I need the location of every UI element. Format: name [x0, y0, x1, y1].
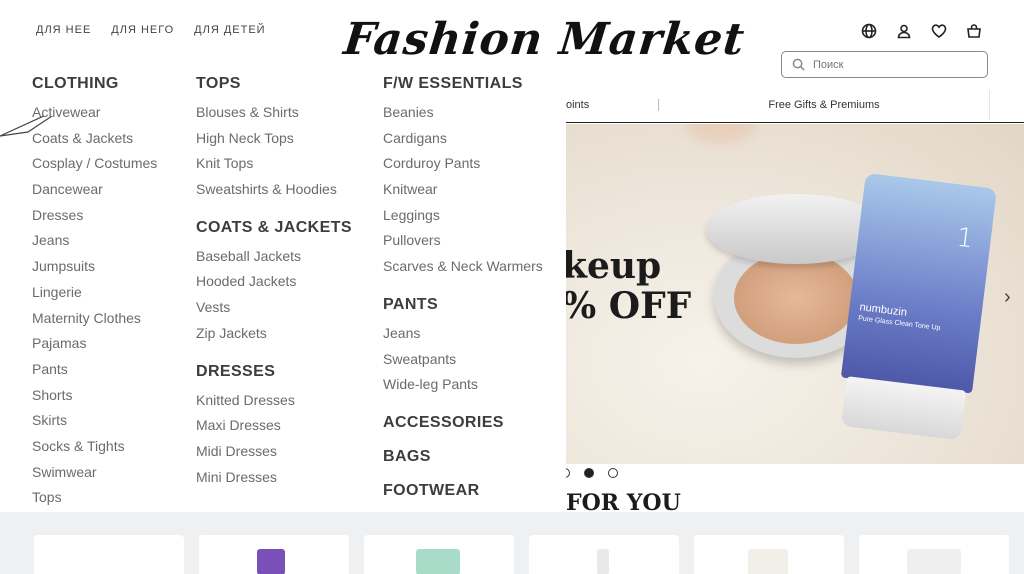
- top-nav: ДЛЯ НЕЕ ДЛЯ НЕГО ДЛЯ ДЕТЕЙ: [36, 24, 266, 36]
- hero-decor-blob: [686, 124, 756, 144]
- menu-item-activewear[interactable]: Activewear: [32, 100, 157, 126]
- menu-item-sweatshirts-hoodies[interactable]: Sweatshirts & Hoodies: [196, 177, 352, 203]
- carousel-dot-active[interactable]: [584, 468, 594, 478]
- menu-item-jeans[interactable]: Jeans: [383, 321, 543, 347]
- site-logo[interactable]: Fashion Market: [341, 14, 747, 65]
- menu-column-clothing: CLOTHING Activewear Coats & Jackets Cospla…: [32, 74, 157, 511]
- menu-item-sweatpants[interactable]: Sweatpants: [383, 347, 543, 373]
- menu-item-pants[interactable]: Pants: [32, 357, 157, 383]
- hero-headline-line1: keup: [566, 245, 662, 287]
- menu-item-zip-jackets[interactable]: Zip Jackets: [196, 321, 352, 347]
- product-card[interactable]: [34, 535, 184, 574]
- carousel-dot[interactable]: [608, 468, 618, 478]
- search-input[interactable]: [813, 58, 973, 71]
- carousel-dots: [560, 468, 618, 478]
- hero-next-arrow-icon[interactable]: ›: [1004, 286, 1011, 309]
- menu-item-swimwear[interactable]: Swimwear: [32, 460, 157, 486]
- menu-item-skirts[interactable]: Skirts: [32, 408, 157, 434]
- menu-item-socks-tights[interactable]: Socks & Tights: [32, 434, 157, 460]
- menu-heading-footwear[interactable]: FOOTWEAR: [383, 481, 543, 501]
- user-icon[interactable]: [895, 22, 913, 40]
- nav-for-her[interactable]: ДЛЯ НЕЕ: [36, 24, 91, 36]
- menu-heading-clothing[interactable]: CLOTHING: [32, 74, 157, 94]
- product-card[interactable]: [364, 535, 514, 574]
- menu-item-scarves-neck-warmers[interactable]: Scarves & Neck Warmers: [383, 254, 543, 280]
- menu-heading-f-w-essentials[interactable]: F/W ESSENTIALS: [383, 74, 543, 94]
- menu-item-dancewear[interactable]: Dancewear: [32, 177, 157, 203]
- menu-heading-pants[interactable]: PANTS: [383, 295, 543, 315]
- menu-item-leggings[interactable]: Leggings: [383, 203, 543, 229]
- menu-column-3: F/W ESSENTIALS Beanies Cardigans Corduroy P…: [383, 74, 543, 515]
- promo-divider-2: [989, 90, 990, 120]
- bag-icon[interactable]: [965, 22, 983, 40]
- promo-free-gifts-link[interactable]: Free Gifts & Premiums: [659, 99, 989, 111]
- menu-heading-bags[interactable]: BAGS: [383, 447, 543, 467]
- menu-item-jumpsuits[interactable]: Jumpsuits: [32, 254, 157, 280]
- menu-item-midi-dresses[interactable]: Midi Dresses: [196, 439, 352, 465]
- product-card[interactable]: [694, 535, 844, 574]
- product-thumbnail: [257, 549, 285, 574]
- mega-menu: CLOTHING Activewear Coats & Jackets Cospla…: [0, 66, 566, 512]
- menu-item-hooded-jackets[interactable]: Hooded Jackets: [196, 269, 352, 295]
- menu-item-beanies[interactable]: Beanies: [383, 100, 543, 126]
- product-thumbnail: [907, 549, 961, 574]
- menu-item-corduroy-pants[interactable]: Corduroy Pants: [383, 151, 543, 177]
- product-card[interactable]: [859, 535, 1009, 574]
- header-icons: [860, 22, 983, 40]
- menu-item-maternity-clothes[interactable]: Maternity Clothes: [32, 306, 157, 332]
- menu-item-pajamas[interactable]: Pajamas: [32, 331, 157, 357]
- menu-item-jeans[interactable]: Jeans: [32, 228, 157, 254]
- menu-item-knit-tops[interactable]: Knit Tops: [196, 151, 352, 177]
- heart-icon[interactable]: [930, 22, 948, 40]
- menu-item-shorts[interactable]: Shorts: [32, 383, 157, 409]
- menu-column-2: TOPS Blouses & Shirts High Neck Tops Knit T…: [196, 74, 352, 490]
- menu-item-lingerie[interactable]: Lingerie: [32, 280, 157, 306]
- product-card[interactable]: [199, 535, 349, 574]
- product-card[interactable]: [529, 535, 679, 574]
- search-box[interactable]: [781, 51, 988, 78]
- nav-for-kids[interactable]: ДЛЯ ДЕТЕЙ: [194, 24, 265, 36]
- product-thumbnail: [416, 549, 460, 574]
- menu-item-baseball-jackets[interactable]: Baseball Jackets: [196, 244, 352, 270]
- menu-item-high-neck-tops[interactable]: High Neck Tops: [196, 126, 352, 152]
- hero-headline-line2: % OFF: [566, 285, 692, 327]
- menu-item-blouses-shirts[interactable]: Blouses & Shirts: [196, 100, 352, 126]
- menu-item-knitted-dresses[interactable]: Knitted Dresses: [196, 388, 352, 414]
- menu-item-cosplay-costumes[interactable]: Cosplay / Costumes: [32, 151, 157, 177]
- menu-heading-coats-jackets[interactable]: COATS & JACKETS: [196, 218, 352, 238]
- menu-item-maxi-dresses[interactable]: Maxi Dresses: [196, 413, 352, 439]
- hero-banner[interactable]: keup % OFF 1 numbuzin Pure Glass Clean T…: [566, 124, 1024, 464]
- menu-item-pullovers[interactable]: Pullovers: [383, 228, 543, 254]
- menu-heading-tops[interactable]: TOPS: [196, 74, 352, 94]
- menu-heading-dresses[interactable]: DRESSES: [196, 362, 352, 382]
- menu-item-vests[interactable]: Vests: [196, 295, 352, 321]
- menu-item-cardigans[interactable]: Cardigans: [383, 126, 543, 152]
- promo-points-link[interactable]: oints: [566, 99, 658, 111]
- promo-bar: oints Free Gifts & Premiums: [566, 90, 1024, 120]
- header-divider: [566, 122, 1024, 123]
- hero-headline: keup % OFF: [566, 246, 691, 326]
- product-thumbnail: [748, 549, 788, 574]
- menu-heading-accessories[interactable]: ACCESSORIES: [383, 413, 543, 433]
- menu-item-knitwear[interactable]: Knitwear: [383, 177, 543, 203]
- product-thumbnail: [597, 549, 609, 574]
- globe-icon[interactable]: [860, 22, 878, 40]
- search-icon: [792, 58, 805, 71]
- menu-item-mini-dresses[interactable]: Mini Dresses: [196, 465, 352, 491]
- menu-item-dresses[interactable]: Dresses: [32, 203, 157, 229]
- menu-item-tops[interactable]: Tops: [32, 485, 157, 511]
- menu-item-coats-jackets[interactable]: Coats & Jackets: [32, 126, 157, 152]
- menu-item-wide-leg-pants[interactable]: Wide-leg Pants: [383, 372, 543, 398]
- nav-for-him[interactable]: ДЛЯ НЕГО: [111, 24, 174, 36]
